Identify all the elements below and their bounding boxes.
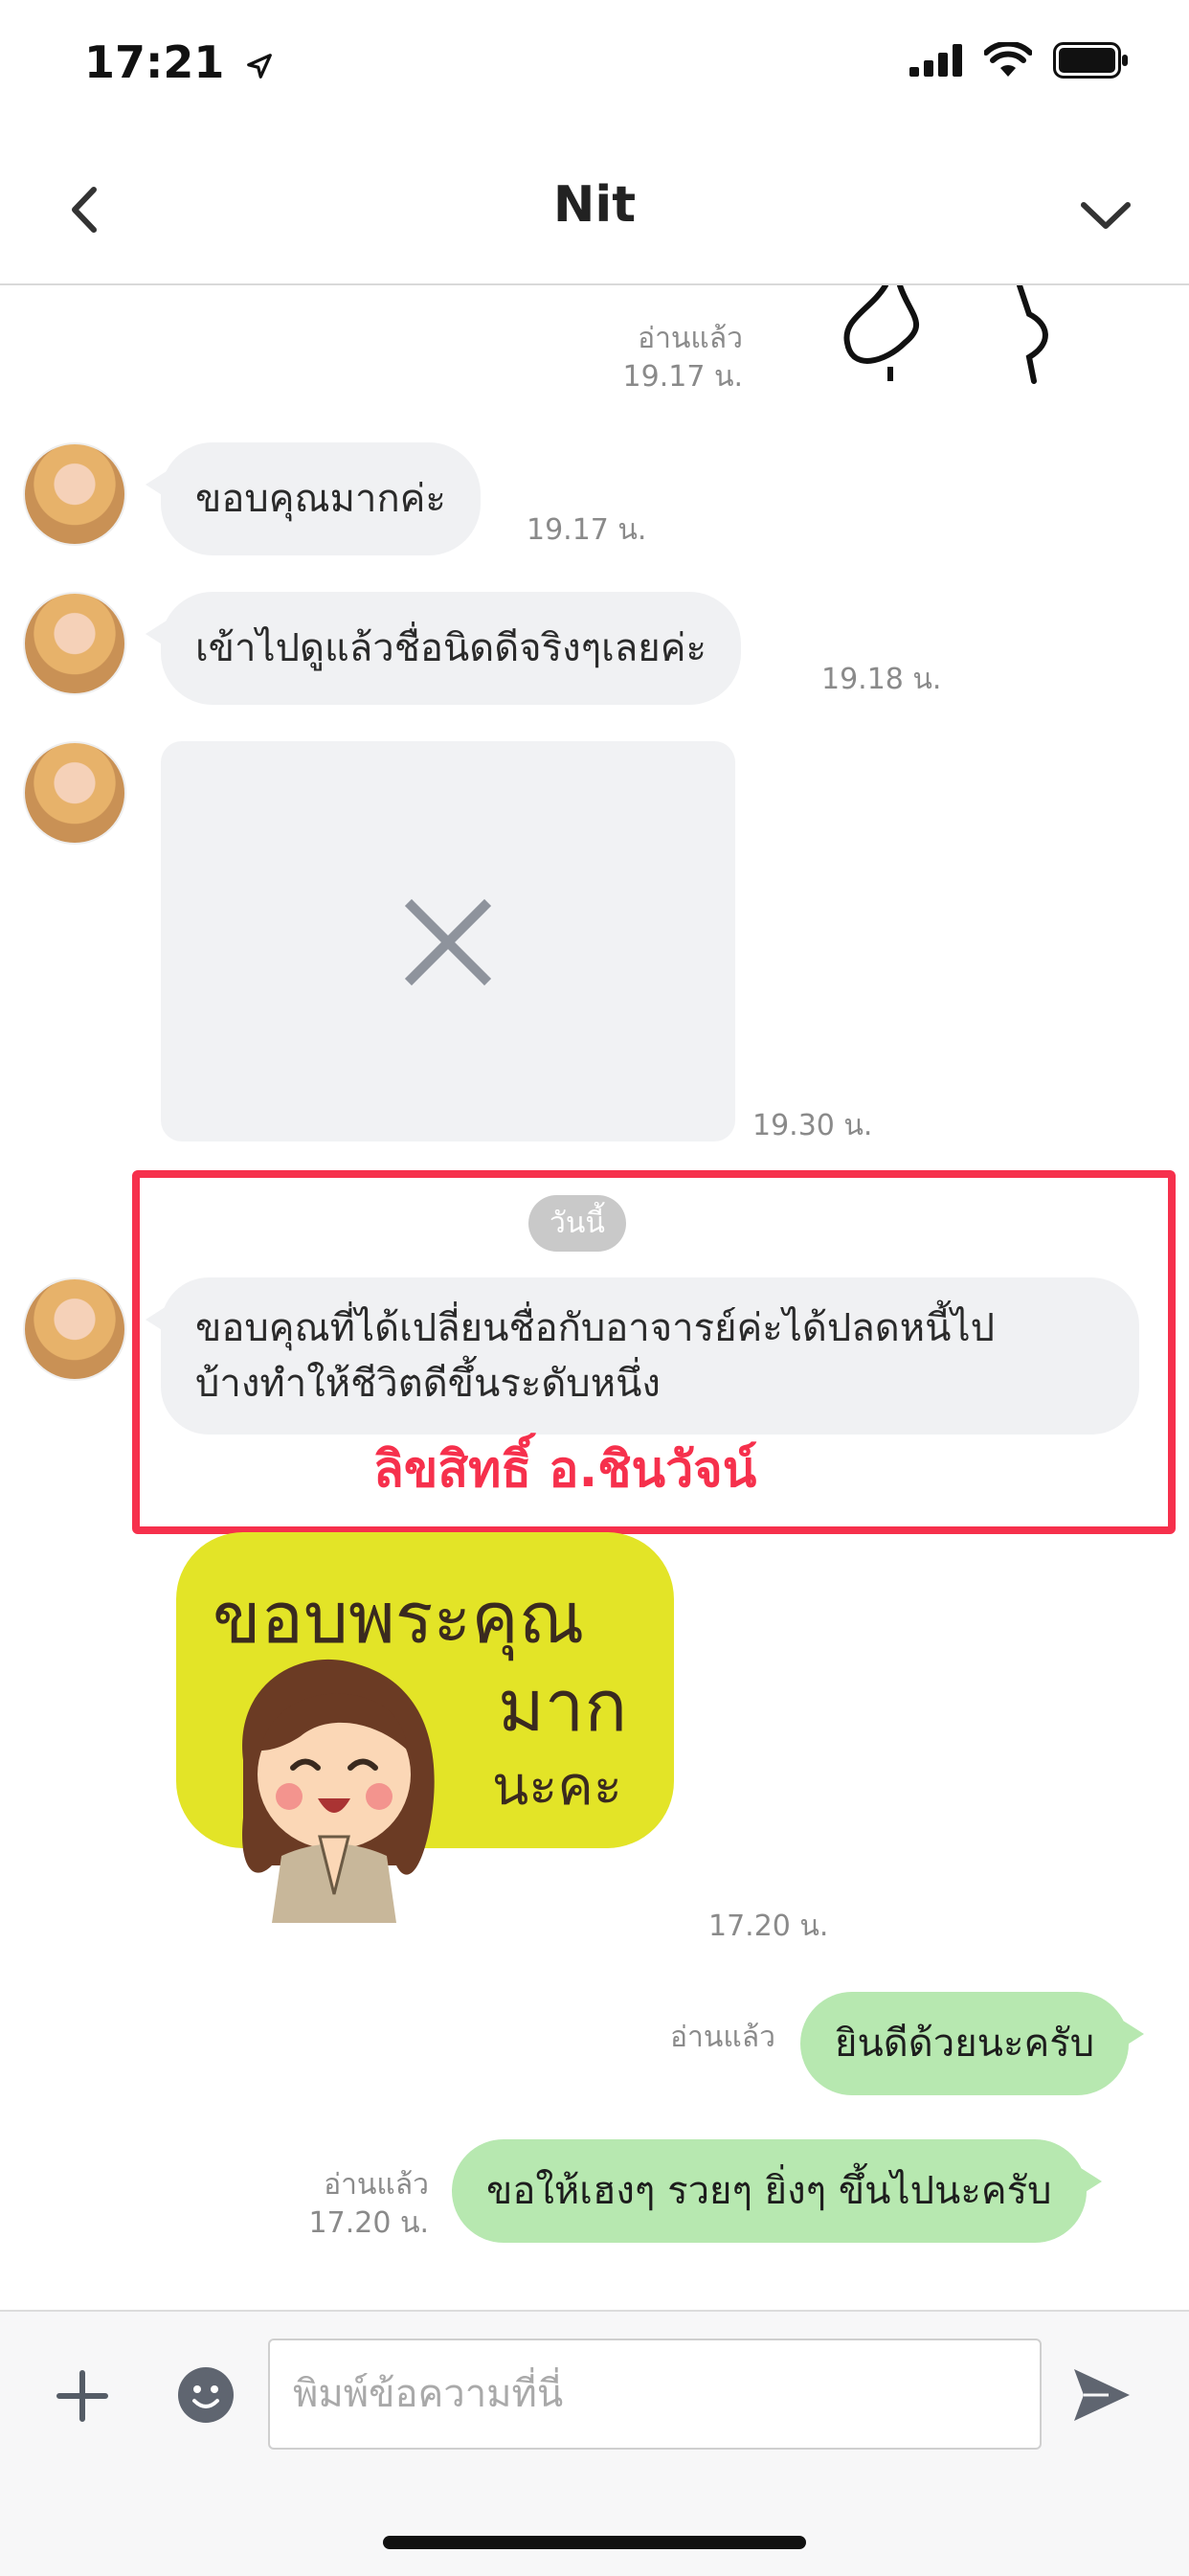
copyright-watermark: ลิขสิทธิ์ อ.ชินวัจน์ xyxy=(373,1441,757,1499)
praying-girl-sticker-icon xyxy=(242,1659,435,1923)
avatar[interactable] xyxy=(23,741,126,845)
message-time: 19.18 น. xyxy=(821,663,942,696)
incoming-message[interactable]: เข้าไปดูแล้วชื่อนิดดีจริงๆเลยค่ะ xyxy=(146,592,741,705)
broken-image-icon xyxy=(404,898,492,986)
message-time: 17.20 น. xyxy=(708,1909,829,1943)
message-text: ขอให้เฮงๆ รวยๆ ยิ่งๆ ขึ้นไปนะครับ xyxy=(486,2169,1052,2213)
outgoing-message[interactable]: ขอให้เฮงๆ รวยๆ ยิ่งๆ ขึ้นไปนะครับ xyxy=(452,2139,1101,2243)
status-time: 17:21 xyxy=(84,36,274,88)
sticker-text: นะคะ xyxy=(492,1755,622,1818)
message-text: ขอบคุณมากค่ะ xyxy=(195,477,446,521)
outgoing-message[interactable]: ยินดีด้วยนะครับ xyxy=(800,1992,1145,2095)
avatar[interactable] xyxy=(23,442,126,546)
message-text: บ้างทำให้ชีวิตดีขึ้นระดับหนึ่ง xyxy=(195,1362,661,1406)
image-message-placeholder[interactable] xyxy=(161,741,735,1141)
chat-title: Nit xyxy=(552,176,637,234)
message-input[interactable] xyxy=(268,2339,1042,2450)
avatar[interactable] xyxy=(23,1277,126,1381)
wifi-icon xyxy=(984,42,1032,77)
chat-menu-button[interactable] xyxy=(1072,180,1139,247)
sticker-message[interactable]: ขอบพระคุณ มาก นะคะ xyxy=(176,1532,684,1925)
cellular-signal-icon xyxy=(909,44,962,77)
partial-sticker-image[interactable] xyxy=(833,285,1072,391)
home-indicator xyxy=(383,2536,806,2549)
status-icons xyxy=(909,42,1130,79)
message-text: ยินดีด้วยนะครับ xyxy=(835,2022,1095,2066)
avatar[interactable] xyxy=(23,592,126,695)
chevron-down-icon xyxy=(1081,202,1131,229)
incoming-message[interactable]: ขอบคุณมากค่ะ xyxy=(146,442,481,555)
battery-icon xyxy=(1053,42,1128,79)
location-arrow-icon xyxy=(247,53,273,79)
chat-header: Nit xyxy=(0,144,1189,285)
read-receipt: อ่านแล้ว xyxy=(670,2021,775,2054)
message-time: 19.30 น. xyxy=(752,1109,873,1142)
send-icon[interactable] xyxy=(1070,2365,1133,2425)
incoming-message[interactable]: ขอบคุณที่ได้เปลี่ยนชื่อกับอาจารย์ค่ะได้ป… xyxy=(146,1277,1139,1435)
message-text: ขอบคุณที่ได้เปลี่ยนชื่อกับอาจารย์ค่ะได้ป… xyxy=(195,1306,995,1350)
message-text: เข้าไปดูแล้วชื่อนิดดีจริงๆเลยค่ะ xyxy=(195,626,707,670)
message-time: 19.17 น. xyxy=(527,513,647,547)
read-receipt: อ่านแล้ว 17.20 น. xyxy=(308,2168,429,2240)
date-separator: วันนี้ xyxy=(528,1195,626,1252)
read-receipt-top: อ่านแล้ว 19.17 น. xyxy=(622,322,743,394)
add-plus-icon[interactable] xyxy=(54,2367,111,2425)
emoji-icon[interactable] xyxy=(176,2365,236,2425)
